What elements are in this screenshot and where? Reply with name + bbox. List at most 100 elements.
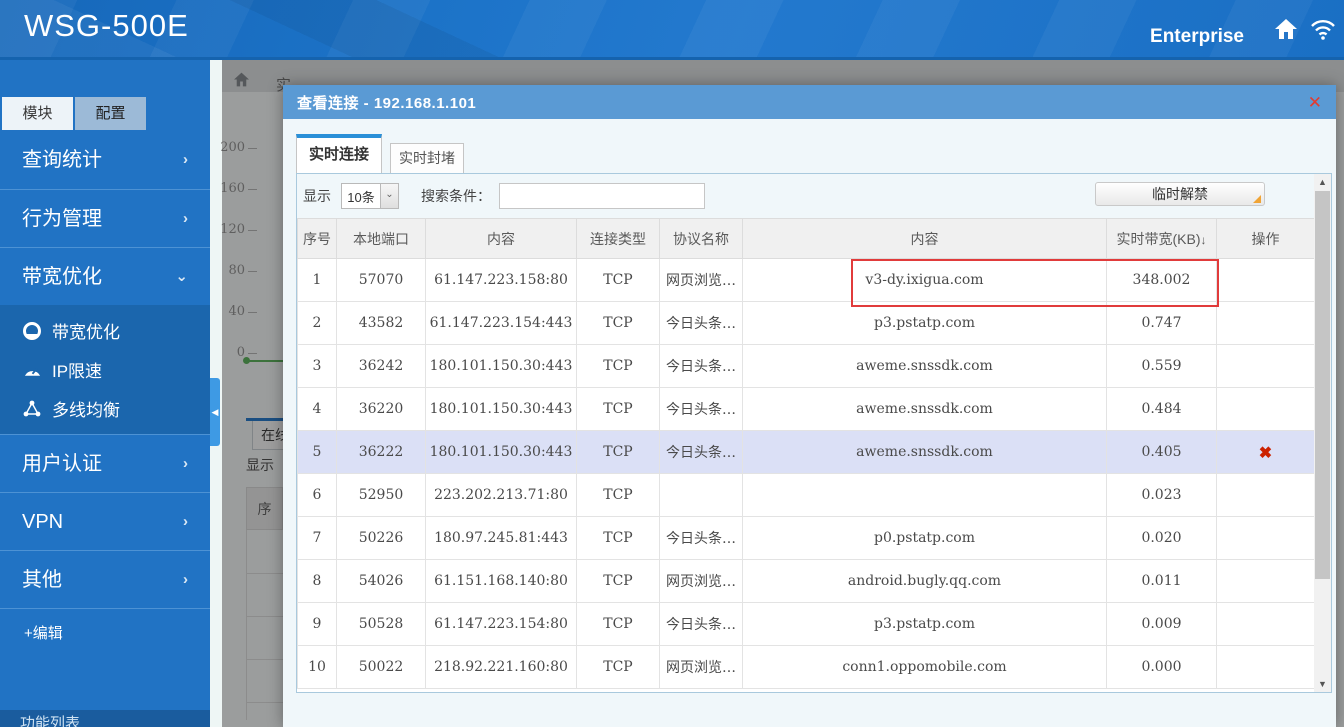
table-cell: aweme.snssdk.com: [742, 344, 1107, 388]
table-row[interactable]: 5 36222 180.101.150.30:443 TCP 今日头条… aweme.sn…: [297, 430, 1315, 474]
table-cell: 0.747: [1106, 301, 1217, 345]
table-row[interactable]: 2 43582 61.147.223.154:443 TCP 今日头条… p3.pstat…: [297, 301, 1315, 345]
page-size-select[interactable]: 10条 ⌄: [341, 183, 399, 209]
table-cell: 今日头条…: [659, 602, 743, 646]
sidebar-item[interactable]: 行为管理 ›: [0, 189, 210, 247]
table-row[interactable]: 7 50226 180.97.245.81:443 TCP 今日头条… p0.pstatp…: [297, 516, 1315, 560]
table-cell: TCP: [576, 430, 660, 474]
table-row[interactable]: 3 36242 180.101.150.30:443 TCP 今日头条… aweme.sn…: [297, 344, 1315, 388]
table-cell: [742, 473, 1107, 517]
chevron-icon: ›: [183, 209, 188, 227]
table-row[interactable]: 1 57070 61.147.223.158:80 TCP 网页浏览… v3-dy.ixi…: [297, 258, 1315, 302]
table-column-header[interactable]: 内容: [425, 218, 577, 259]
sidebar-item[interactable]: 用户认证 ›: [0, 434, 210, 492]
sidebar-menu: 查询统计 › 行为管理 › 带宽优化 ⌄ 带宽优化 IP限速 多线均衡 用户认证 › VPN › 其他 › +…: [0, 131, 210, 658]
close-icon[interactable]: ✕: [1308, 94, 1322, 111]
sidebar-collapse-handle[interactable]: ◀: [210, 378, 220, 446]
sidebar-item-label: 查询统计: [22, 149, 102, 171]
table-cell: 50528: [336, 602, 426, 646]
sidebar-item-label: VPN: [22, 510, 64, 533]
table-cell: 0.000: [1106, 645, 1217, 689]
chevron-icon: ›: [183, 512, 188, 530]
sidebar-item[interactable]: 带宽优化 ⌄: [0, 247, 210, 305]
sidebar-subitem-label: 多线均衡: [52, 401, 120, 420]
edition-label: Enterprise: [1150, 26, 1244, 47]
table-column-header[interactable]: 内容: [742, 218, 1107, 259]
table-row[interactable]: 10 50022 218.92.221.160:80 TCP 网页浏览… conn1.op…: [297, 645, 1315, 689]
table-row[interactable]: 4 36220 180.101.150.30:443 TCP 今日头条… aweme.sn…: [297, 387, 1315, 431]
table-column-header[interactable]: 协议名称: [659, 218, 743, 259]
table-header-row: 序号 本地端口 内容 连接类型 协议名称 内容 实时带宽(KB)↓ 操作: [297, 218, 1315, 259]
table-cell: 36222: [336, 430, 426, 474]
table-cell: 180.101.150.30:443: [425, 430, 577, 474]
tab-realtime-connections[interactable]: 实时连接: [296, 134, 382, 173]
table-cell: 36242: [336, 344, 426, 388]
table-cell: 0.023: [1106, 473, 1217, 517]
table-cell: 218.92.221.160:80: [425, 645, 577, 689]
table-cell: 8: [297, 559, 337, 603]
sidebar-tabs: 模块 配置: [2, 97, 146, 130]
sidebar-item[interactable]: 其他 ›: [0, 550, 210, 608]
table-cell: 36220: [336, 387, 426, 431]
sidebar-footer-function-list[interactable]: 功能列表: [0, 710, 210, 727]
page-size-value: 10条: [347, 189, 375, 205]
app-logo: WSG-500E: [24, 8, 189, 43]
table-cell: 0.484: [1106, 387, 1217, 431]
table-row[interactable]: 9 50528 61.147.223.154:80 TCP 今日头条… p3.pstatp…: [297, 602, 1315, 646]
tab-modules[interactable]: 模块: [2, 97, 73, 130]
table-row[interactable]: 6 52950 223.202.213.71:80 TCP 0.023: [297, 473, 1315, 517]
table-cell: 2: [297, 301, 337, 345]
home-icon[interactable]: [1274, 18, 1298, 40]
view-connections-modal: 查看连接 - 192.168.1.101 ✕ 实时连接 实时封堵 显示 10条 …: [283, 85, 1336, 727]
table-cell: 61.147.223.158:80: [425, 258, 577, 302]
nodes-icon: [22, 399, 42, 419]
chevron-icon: ⌄: [175, 267, 188, 285]
sidebar-subitem[interactable]: 带宽优化: [0, 311, 210, 350]
row-action-cell: [1216, 387, 1315, 431]
sidebar-subitem[interactable]: 多线均衡: [0, 389, 210, 428]
table-cell: 348.002: [1106, 258, 1217, 302]
table-cell: conn1.oppomobile.com: [742, 645, 1107, 689]
table-cell: TCP: [576, 344, 660, 388]
topbar-keyboard-pattern: [0, 0, 1344, 57]
sidebar-item-label: 其他: [22, 568, 62, 591]
table-cell: 今日头条…: [659, 430, 743, 474]
row-action-cell: [1216, 645, 1315, 689]
circle-icon: [22, 321, 42, 341]
table-column-header[interactable]: 连接类型: [576, 218, 660, 259]
vertical-scrollbar[interactable]: ▲ ▼: [1314, 174, 1331, 692]
tab-realtime-blocking[interactable]: 实时封堵: [390, 143, 464, 173]
table-cell: p3.pstatp.com: [742, 602, 1107, 646]
table-cell: 6: [297, 473, 337, 517]
table-cell: 9: [297, 602, 337, 646]
table-cell: TCP: [576, 602, 660, 646]
search-label: 搜索条件：: [421, 188, 491, 204]
table-column-header[interactable]: 操作: [1216, 218, 1315, 259]
table-cell: 50226: [336, 516, 426, 560]
connections-scroll-container: 显示 10条 ⌄ 搜索条件： 临时解禁 序号 本地端口 内容 连接类型 协议名称 内容 实时…: [296, 173, 1332, 693]
sidebar-item[interactable]: VPN ›: [0, 492, 210, 550]
table-cell: 3: [297, 344, 337, 388]
table-column-header[interactable]: 本地端口: [336, 218, 426, 259]
tab-config[interactable]: 配置: [75, 97, 146, 130]
table-cell: TCP: [576, 301, 660, 345]
table-cell: 今日头条…: [659, 301, 743, 345]
table-row[interactable]: 8 54026 61.151.168.140:80 TCP 网页浏览… android.b…: [297, 559, 1315, 603]
sidebar-subitem[interactable]: IP限速: [0, 350, 210, 389]
sidebar-edit-button[interactable]: +编辑: [0, 608, 210, 658]
scroll-down-arrow-icon[interactable]: ▼: [1314, 676, 1331, 692]
sidebar-item-label: 用户认证: [22, 452, 102, 475]
scrollbar-thumb[interactable]: [1315, 191, 1330, 579]
temporary-unban-button[interactable]: 临时解禁: [1095, 182, 1265, 206]
table-cell: 10: [297, 645, 337, 689]
wifi-icon[interactable]: [1310, 18, 1336, 40]
search-input[interactable]: [499, 183, 705, 209]
scroll-up-arrow-icon[interactable]: ▲: [1314, 174, 1331, 190]
sidebar: 模块 配置 查询统计 › 行为管理 › 带宽优化 ⌄ 带宽优化 IP限速 多线均衡 用户认证 › VP…: [0, 60, 210, 727]
table-column-header[interactable]: 实时带宽(KB)↓: [1106, 218, 1217, 259]
delete-connection-icon[interactable]: ✖: [1216, 430, 1315, 474]
table-cell: p3.pstatp.com: [742, 301, 1107, 345]
gauge-icon: [22, 360, 42, 380]
sidebar-item[interactable]: 查询统计 ›: [0, 131, 210, 189]
table-column-header[interactable]: 序号: [297, 218, 337, 259]
